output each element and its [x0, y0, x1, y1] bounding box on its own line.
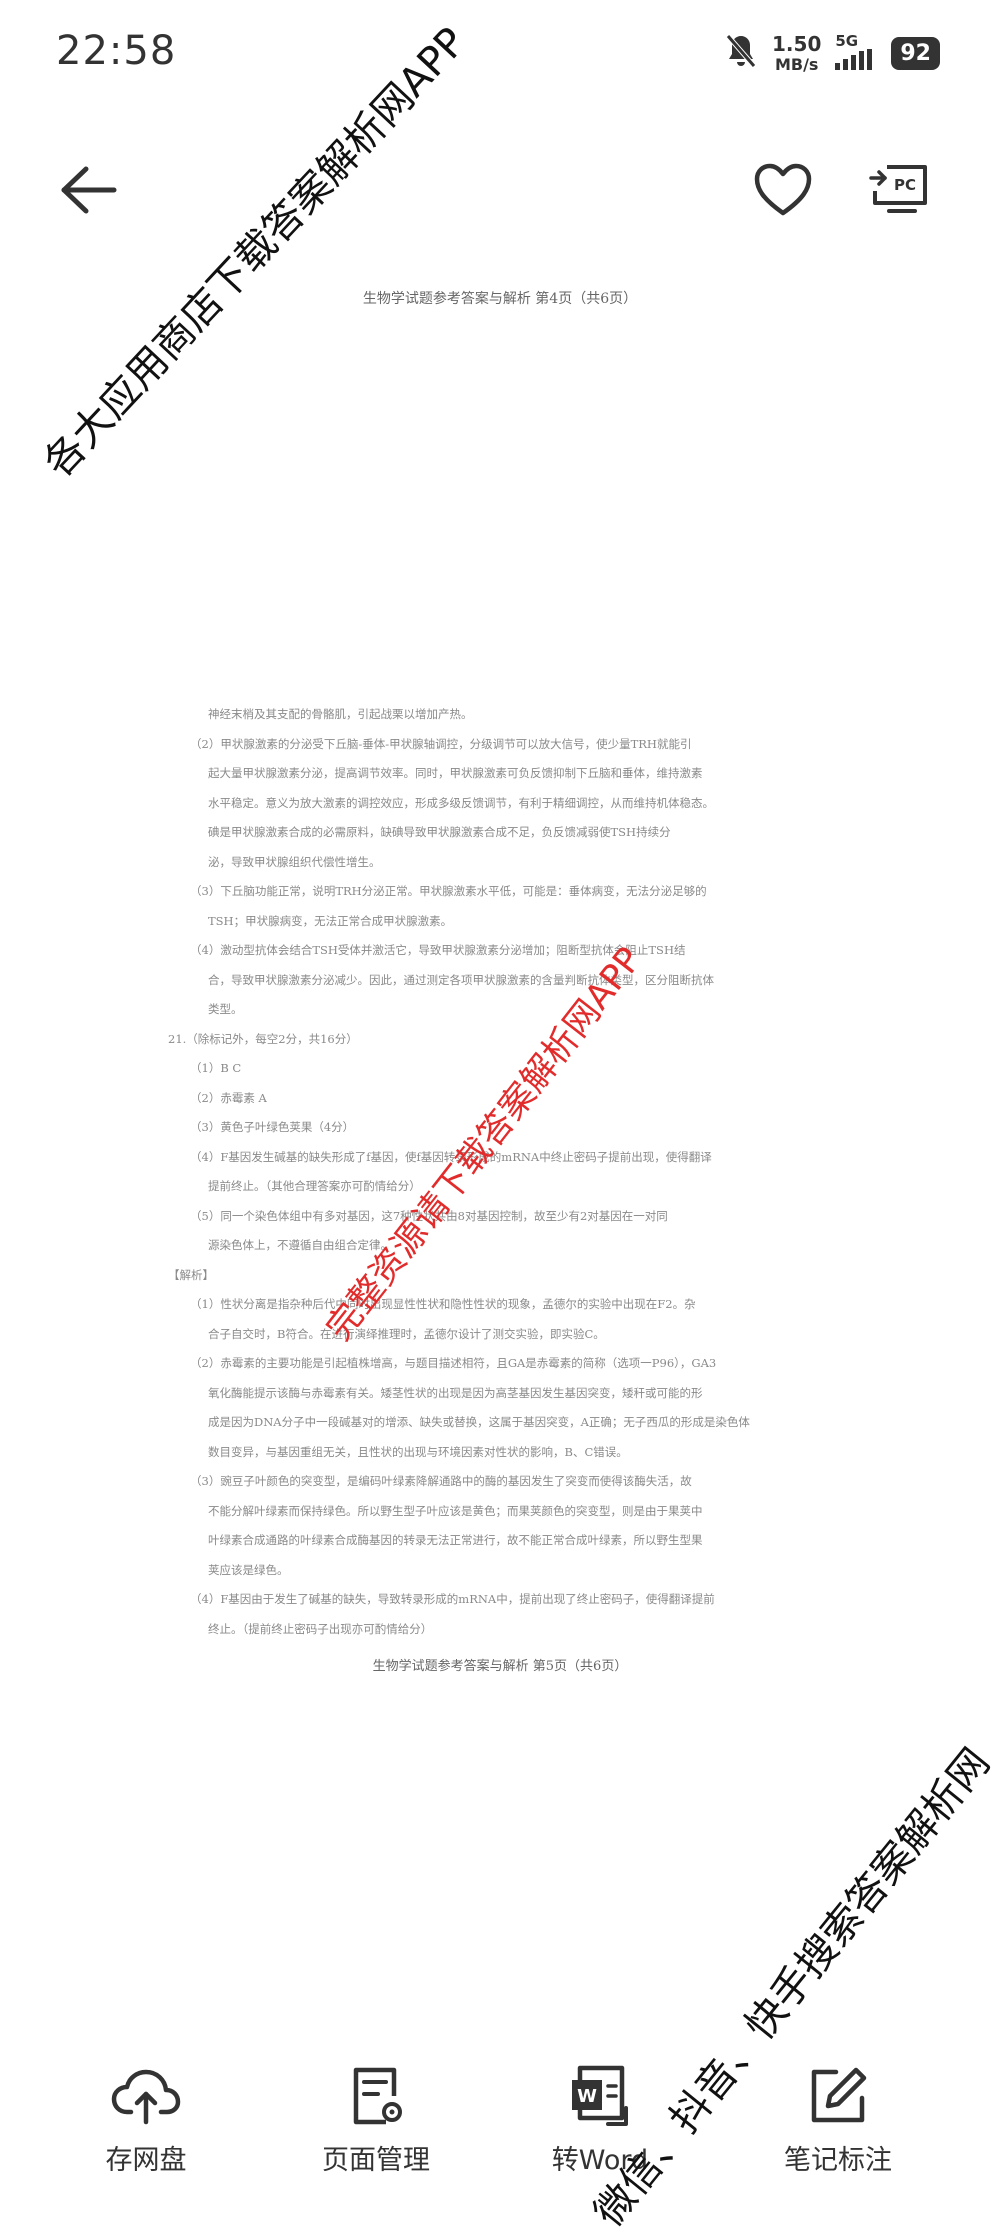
doc-line: （4）激动型抗体会结合TSH受体并激活它，导致甲状腺激素分泌增加；阻断型抗体会阻…: [190, 943, 686, 957]
cast-to-pc-button[interactable]: PC: [862, 158, 938, 222]
doc-line: 氧化酶能提示该酶与赤霉素有关。矮茎性状的出现是因为高茎基因发生基因突变，矮秆或可…: [208, 1385, 703, 1400]
doc-line: 【解析】: [168, 1267, 214, 1282]
svg-text:W: W: [577, 2086, 597, 2107]
doc-line: 荚应该是绿色。: [208, 1562, 289, 1577]
doc-line: 21.（除标记外，每空2分，共16分）: [168, 1031, 358, 1046]
doc-line: （2）赤霉素的主要功能是引起植株增高，与题目描述相符，且GA是赤霉素的简称（选项…: [190, 1356, 717, 1370]
doc-line: （1）B C: [190, 1061, 242, 1075]
signal-indicator: 5G: [835, 31, 877, 73]
doc-line: 起大量甲状腺激素分泌，提高调节效率。同时，甲状腺激素可负反馈抑制下丘脑和垂体，维…: [208, 766, 703, 780]
doc-line: （4）F基因由于发生了碱基的缺失，导致转录形成的mRNA中，提前出现了终止密码子…: [190, 1592, 715, 1606]
page-settings-icon: [353, 2067, 402, 2125]
signal-icon: [835, 48, 873, 70]
cast-to-pc-icon: PC: [869, 165, 927, 213]
speed-value: 1.50: [772, 31, 822, 56]
doc-line: （3）豌豆子叶颜色的突变型，是编码叶绿素降解通路中的酶的基因发生了突变而使得该酶…: [190, 1474, 692, 1488]
doc-line: 合子自交时，B符合。在进行演绎推理时，孟德尔设计了测交实验，即实验C。: [208, 1326, 605, 1341]
doc-line: 神经末梢及其支配的骨骼肌，引起战栗以增加产热。: [208, 707, 473, 721]
status-icons: 1.50 MB/s 5G 92: [724, 30, 940, 76]
save-to-cloud-label: 存网盘: [105, 2145, 187, 2176]
doc-line: 数目变异，与基因重组无关，且性状的出现与环境因素对性状的影响，B、C错误。: [208, 1444, 628, 1459]
save-to-cloud-button[interactable]: 存网盘: [46, 2060, 246, 2177]
page-caption-bottom: 生物学试题参考答案与解析 第5页（共6页）: [372, 1659, 628, 1674]
doc-line: 叶绿素合成通路的叶绿素合成酶基因的转录无法正常进行，故不能正常合成叶绿素，所以野…: [208, 1533, 703, 1547]
doc-line: （2）甲状腺激素的分泌受下丘脑-垂体-甲状腺轴调控，分级调节可以放大信号，使少量…: [190, 736, 692, 751]
doc-line: 成是因为DNA分子中一段碱基对的增添、缺失或替换，这属于基因突变，A正确；无子西…: [208, 1415, 750, 1429]
notes-annotation-label: 笔记标注: [784, 2145, 892, 2176]
cloud-upload-icon: [111, 2069, 181, 2125]
pc-label: PC: [894, 176, 916, 194]
doc-line: （2）赤霉素 A: [190, 1090, 267, 1105]
doc-line: 水平稳定。意义为放大激素的调控效应，形成多级反馈调节，有利于精细调控，从而维持机…: [208, 795, 714, 810]
network-speed: 1.50 MB/s: [772, 34, 821, 73]
doc-line: 合，导致甲状腺激素分泌减少。因此，通过测定各项甲状腺激素的含量判断抗体类型，区分…: [208, 972, 714, 987]
doc-line: 源染色体上，不遵循自由组合定律。: [208, 1238, 392, 1252]
doc-line: （1）性状分离是指杂种后代中同时出现显性性状和隐性性状的现象，孟德尔的实验中出现…: [190, 1297, 696, 1311]
doc-line: （3）下丘脑功能正常，说明TRH分泌正常。甲状腺激素水平低，可能是：垂体病变，无…: [190, 884, 707, 898]
status-bar: 22:58 1.50 MB/s 5G 92: [0, 0, 1000, 110]
status-time: 22:58: [56, 28, 177, 74]
doc-line: 终止。（提前终止密码子出现亦可酌情给分）: [208, 1621, 433, 1636]
app-bar: PC: [0, 140, 1000, 240]
network-type: 5G: [835, 31, 859, 50]
edit-note-icon: [811, 2067, 867, 2123]
word-convert-icon: W: [572, 2065, 628, 2126]
favorite-button[interactable]: [748, 160, 818, 220]
doc-line: 不能分解叶绿素而保持绿色。所以野生型子叶应该是黄色；而果荚颜色的突变型，则是由于…: [208, 1503, 703, 1518]
back-button[interactable]: [50, 162, 126, 218]
speed-unit: MB/s: [774, 54, 819, 74]
battery-level: 92: [891, 36, 940, 70]
bottom-toolbar: 存网盘 页面管理 W 转Word 笔记标注: [0, 2060, 1000, 2190]
doc-line: TSH；甲状腺病变，无法正常合成甲状腺激素。: [208, 913, 453, 928]
page-management-label: 页面管理: [322, 2145, 430, 2176]
mute-icon: [724, 32, 758, 74]
page-management-button[interactable]: 页面管理: [276, 2060, 476, 2177]
doc-line: 泌，导致甲状腺组织代偿性增生。: [208, 854, 381, 869]
notes-annotation-button[interactable]: 笔记标注: [738, 2060, 938, 2177]
doc-line: （5）同一个染色体组中有多对基因，这7种性状共由8对基因控制，故至少有2对基因在…: [190, 1208, 668, 1223]
doc-line: 碘是甲状腺激素合成的必需原料，缺碘导致甲状腺激素合成不足，负反馈减弱使TSH持续…: [208, 825, 671, 839]
heart-icon: [754, 163, 812, 216]
doc-line: 类型。: [208, 1002, 243, 1016]
back-arrow-icon: [61, 166, 117, 214]
page-caption-top: 生物学试题参考答案与解析 第4页（共6页）: [362, 291, 638, 307]
